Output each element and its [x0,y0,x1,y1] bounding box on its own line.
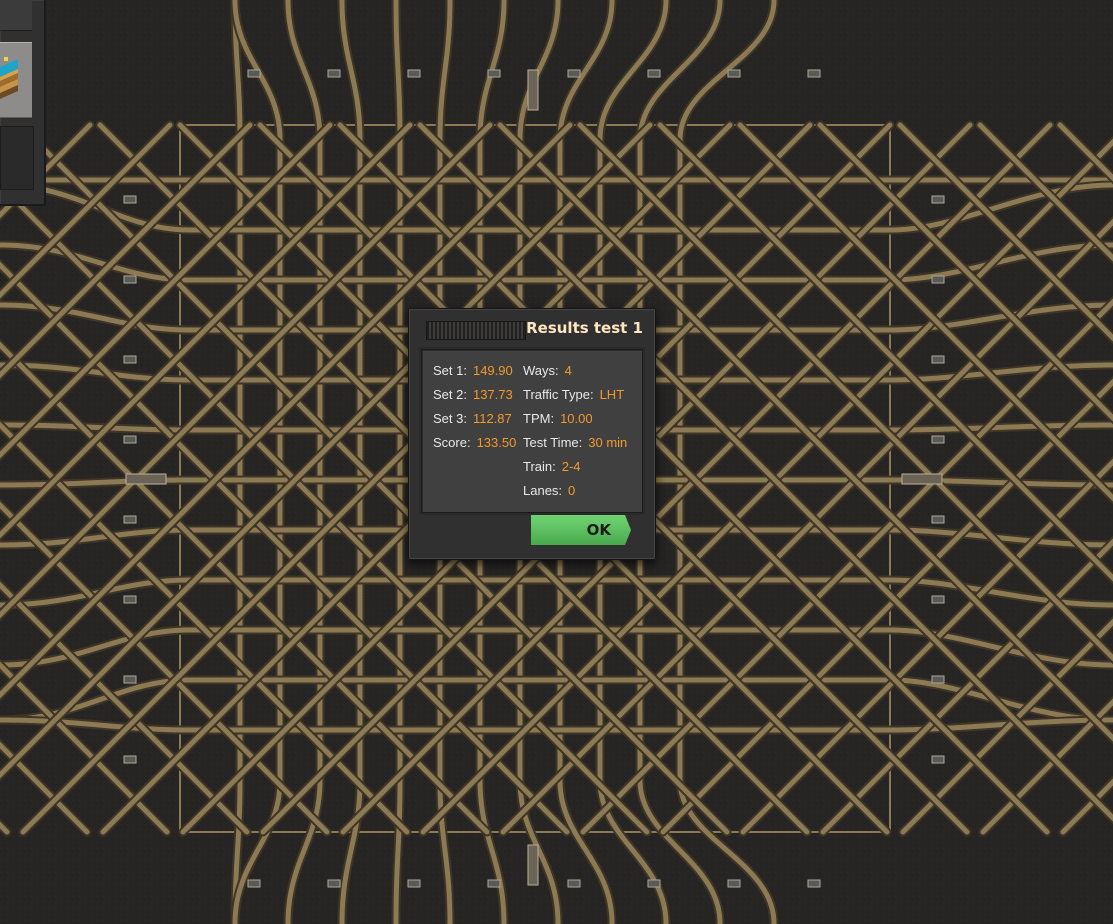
drag-handle[interactable] [426,321,526,340]
stat-label: Train: [523,459,556,474]
rail-signal-icon [931,435,945,444]
stat-value: LHT [599,387,625,402]
stat-label: Ways: [523,363,559,378]
ok-button[interactable]: OK [531,515,631,545]
stat-label: Score: [433,435,471,450]
rail-signal-icon [931,755,945,764]
stat-value: 149.90 [472,363,513,378]
stat-set-2: Set 2: 137.73 [433,387,513,403]
stat-label: Set 1: [433,363,467,378]
stat-label: Test Time: [523,435,583,450]
stat-value: 0 [568,483,576,498]
rail-signal-icon [931,595,945,604]
toolbar-slot[interactable] [0,0,32,31]
train-stop-icon [901,473,943,485]
rail-signal-icon [407,69,421,78]
stat-lanes: Lanes: 0 [523,483,575,499]
rail-signal-icon [123,515,137,524]
rail-signal-icon [123,675,137,684]
rail-signal-icon [727,879,741,888]
results-dialog: Results test 1 Set 1: 149.90 Set 2: 137.73… [408,308,656,560]
stat-label: Set 3: [433,411,467,426]
rail-signal-icon [407,879,421,888]
rail-signal-icon [123,355,137,364]
stat-train: Train: 2-4 [523,459,581,475]
toolbar-slot[interactable] [0,126,34,190]
rail-signal-icon [123,595,137,604]
rail-signal-icon [931,355,945,364]
stat-value: 2-4 [561,459,581,474]
stat-label: Traffic Type: [523,387,594,402]
rail-signal-icon [931,195,945,204]
rail-signal-icon [487,69,501,78]
rail-signal-icon [727,69,741,78]
stat-label: TPM: [523,411,555,426]
rail-signal-icon [931,275,945,284]
stat-set-1: Set 1: 149.90 [433,363,513,379]
rail-signal-icon [123,275,137,284]
stat-set-3: Set 3: 112.87 [433,411,512,427]
stat-label: Lanes: [523,483,563,498]
rail-signal-icon [567,69,581,78]
stat-value: 137.73 [472,387,513,402]
stat-ways: Ways: 4 [523,363,572,379]
rail-signal-icon [247,879,261,888]
dialog-title: Results test 1 [526,319,643,337]
rail-signal-icon [807,879,821,888]
rail-signal-icon [931,515,945,524]
rail-signal-icon [327,69,341,78]
train-stop-icon [527,844,539,886]
stat-tpm: TPM: 10.00 [523,411,593,427]
stat-value: 112.87 [472,411,512,426]
rail-signal-icon [807,69,821,78]
rail-signal-icon [567,879,581,888]
rail-signal-icon [123,435,137,444]
stat-label: Set 2: [433,387,467,402]
stat-value: 133.50 [476,435,517,450]
train-stop-icon [125,473,167,485]
train-stop-icon [527,69,539,111]
left-toolbar [0,0,46,206]
blueprint-book-icon [0,57,18,99]
stat-traffic-type: Traffic Type: LHT [523,387,624,403]
rail-signal-icon [123,195,137,204]
stat-value: 10.00 [560,411,593,426]
stat-score: Score: 133.50 [433,435,516,451]
results-panel: Set 1: 149.90 Set 2: 137.73 Set 3: 112.87 S… [421,349,643,513]
rail-signal-icon [487,879,501,888]
ok-button-label: OK [586,521,611,539]
stat-test-time: Test Time: 30 min [523,435,627,451]
rail-signal-icon [647,879,661,888]
stat-value: 30 min [588,435,628,450]
dialog-titlebar[interactable]: Results test 1 [421,317,643,340]
rail-signal-icon [247,69,261,78]
rail-signal-icon [123,755,137,764]
stat-value: 4 [564,363,572,378]
rail-signal-icon [647,69,661,78]
toolbar-slot-blueprint[interactable] [0,42,32,118]
rail-signal-icon [327,879,341,888]
rail-signal-icon [931,675,945,684]
